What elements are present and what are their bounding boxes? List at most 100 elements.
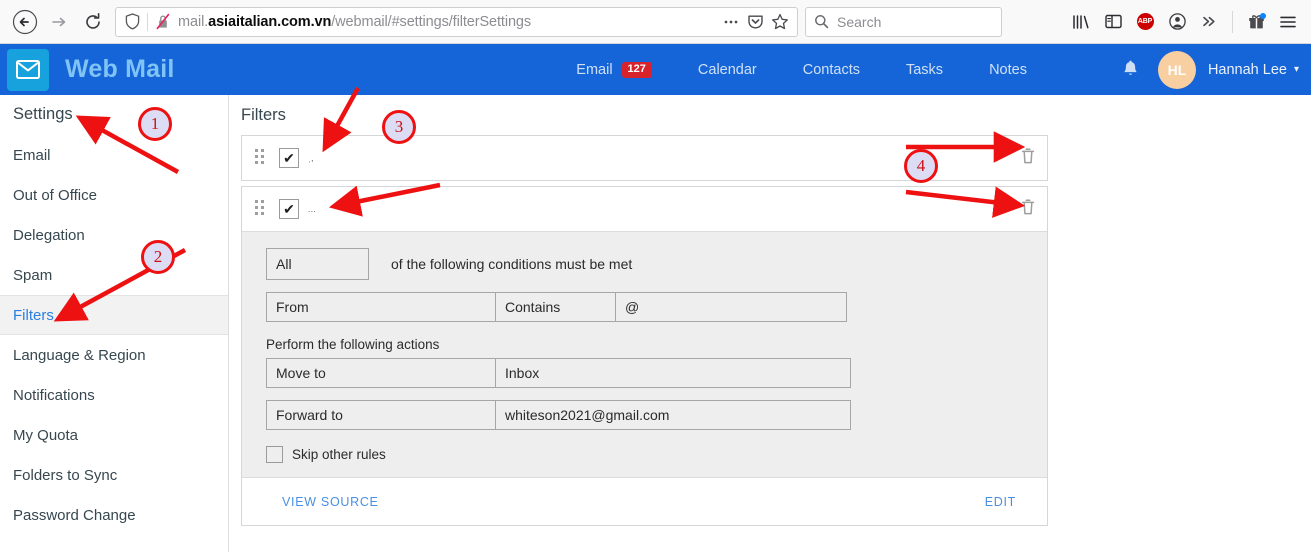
gift-icon[interactable]	[1241, 7, 1271, 37]
sidebar-item-filters[interactable]: Filters	[0, 295, 228, 335]
trash-icon	[1021, 147, 1035, 163]
adblock-plus-label: ABP	[1136, 13, 1154, 30]
delete-filter-button[interactable]	[1020, 198, 1036, 221]
notifications-button[interactable]	[1110, 60, 1152, 79]
avatar[interactable]: HL	[1157, 50, 1196, 89]
skip-other-rules-line[interactable]: Skip other rules	[266, 446, 1029, 463]
email-unread-badge: 127	[621, 61, 652, 78]
sidebar-item-notifications[interactable]: Notifications	[0, 375, 228, 415]
trash-icon	[1021, 198, 1035, 214]
site-identity-block[interactable]	[125, 12, 171, 31]
bookmark-star-icon[interactable]	[771, 13, 789, 31]
sidebar-label-language-region: Language & Region	[13, 346, 146, 364]
nav-label-email: Email	[576, 61, 613, 78]
combinator-line: All of the following conditions must be …	[266, 248, 1029, 280]
sidebar-label-notifications: Notifications	[13, 386, 95, 404]
sidebar-item-password-change[interactable]: Password Change	[0, 495, 228, 535]
filter-footer: VIEW SOURCE EDIT	[242, 477, 1047, 525]
bell-icon	[1124, 60, 1138, 75]
sidebar-label-spam: Spam	[13, 266, 53, 284]
adblock-plus-icon[interactable]: ABP	[1130, 7, 1160, 37]
drag-handle-icon[interactable]	[255, 149, 268, 167]
shield-icon[interactable]	[125, 13, 140, 30]
back-button[interactable]	[8, 5, 42, 39]
sidebar-item-out-of-office[interactable]: Out of Office	[0, 175, 228, 215]
actions-label: Perform the following actions	[266, 337, 440, 352]
browser-toolbar: mail.asiaitalian.com.vn/webmail/#setting…	[0, 0, 1311, 44]
sidebar-item-spam[interactable]: Spam	[0, 255, 228, 295]
hamburger-menu-icon[interactable]	[1273, 7, 1303, 37]
view-source-link[interactable]: VIEW SOURCE	[282, 495, 379, 509]
broken-lock-icon[interactable]	[155, 13, 171, 30]
filter-card-expanded: ✔ ... All of the following conditions mu…	[241, 186, 1048, 526]
identity-divider	[147, 12, 148, 31]
nav-item-email[interactable]: Email 127	[553, 44, 675, 95]
filter-enabled-checkbox[interactable]: ✔	[279, 148, 299, 168]
app-header-right: HL Hannah Lee ▾	[1110, 50, 1311, 89]
sidebar-item-delegation[interactable]: Delegation	[0, 215, 228, 255]
sidebar-label-out-of-office: Out of Office	[13, 186, 97, 204]
drag-handle-icon[interactable]	[255, 200, 268, 218]
forward-arrow-icon	[52, 17, 66, 26]
action-value-input[interactable]: whiteson2021@gmail.com	[495, 400, 851, 430]
nav-item-notes[interactable]: Notes	[966, 44, 1050, 95]
nav-item-tasks[interactable]: Tasks	[883, 44, 966, 95]
chevron-down-icon[interactable]: ▾	[1294, 64, 1299, 75]
annotation-marker-2: 2	[141, 240, 175, 274]
sidebar-title: Settings	[13, 105, 73, 123]
overflow-chevrons-icon[interactable]	[1194, 7, 1224, 37]
sidebar-label-password-change: Password Change	[13, 506, 136, 524]
user-name[interactable]: Hannah Lee	[1208, 62, 1287, 78]
browser-search-bar[interactable]: Search	[805, 6, 1002, 37]
search-input[interactable]: Search	[837, 14, 881, 30]
sidebar-icon[interactable]	[1098, 7, 1128, 37]
envelope-icon	[16, 60, 40, 79]
nav-label-tasks: Tasks	[905, 61, 944, 78]
sidebar-item-folders-to-sync[interactable]: Folders to Sync	[0, 455, 228, 495]
forward-button[interactable]	[42, 5, 76, 39]
sidebar-item-language-region[interactable]: Language & Region	[0, 335, 228, 375]
settings-sidebar: Settings Email Out of Office Delegation …	[0, 95, 229, 552]
action-row: Forward to whiteson2021@gmail.com	[266, 400, 1029, 430]
library-icon[interactable]	[1066, 7, 1096, 37]
reload-button[interactable]	[76, 5, 110, 39]
nav-label-calendar: Calendar	[697, 61, 757, 78]
filter-detail-panel: All of the following conditions must be …	[242, 231, 1047, 477]
edit-link[interactable]: EDIT	[985, 495, 1016, 509]
filter-row[interactable]: ✔ ...	[242, 187, 1047, 231]
account-icon[interactable]	[1162, 7, 1192, 37]
condition-value-input[interactable]: @	[615, 292, 847, 322]
condition-rule-row: From Contains @	[266, 292, 1029, 322]
page-actions-ellipsis-icon[interactable]	[722, 14, 740, 30]
action-type-select[interactable]: Move to	[266, 358, 496, 388]
action-type-select[interactable]: Forward to	[266, 400, 496, 430]
condition-field-select[interactable]: From	[266, 292, 496, 322]
nav-item-contacts[interactable]: Contacts	[780, 44, 883, 95]
sidebar-item-email[interactable]: Email	[0, 135, 228, 175]
pocket-icon[interactable]	[747, 13, 764, 30]
reload-icon	[86, 12, 100, 29]
skip-other-rules-checkbox[interactable]	[266, 446, 283, 463]
delete-filter-button[interactable]	[1020, 147, 1036, 170]
combinator-select[interactable]: All	[266, 248, 369, 280]
annotation-marker-4: 4	[904, 149, 938, 183]
action-row: Move to Inbox	[266, 358, 1029, 388]
search-icon	[814, 14, 829, 29]
sidebar-label-email: Email	[13, 146, 51, 164]
page-body: Settings Email Out of Office Delegation …	[0, 95, 1311, 552]
nav-item-calendar[interactable]: Calendar	[675, 44, 780, 95]
app-logo[interactable]	[7, 48, 49, 91]
gift-notification-dot	[1260, 12, 1266, 19]
url-bar[interactable]: mail.asiaitalian.com.vn/webmail/#setting…	[115, 6, 798, 37]
filter-enabled-checkbox[interactable]: ✔	[279, 199, 299, 219]
skip-other-rules-label: Skip other rules	[292, 447, 386, 462]
action-value-input[interactable]: Inbox	[495, 358, 851, 388]
nav-label-notes: Notes	[989, 61, 1027, 78]
sidebar-label-folders-to-sync: Folders to Sync	[13, 466, 118, 484]
annotation-marker-3: 3	[382, 110, 416, 144]
app-title: Web Mail	[65, 55, 175, 83]
condition-operator-select[interactable]: Contains	[495, 292, 616, 322]
sidebar-item-my-quota[interactable]: My Quota	[0, 415, 228, 455]
filter-name-label: ...	[308, 204, 317, 214]
app-header: Web Mail Email 127 Calendar Contacts Tas…	[0, 44, 1311, 95]
